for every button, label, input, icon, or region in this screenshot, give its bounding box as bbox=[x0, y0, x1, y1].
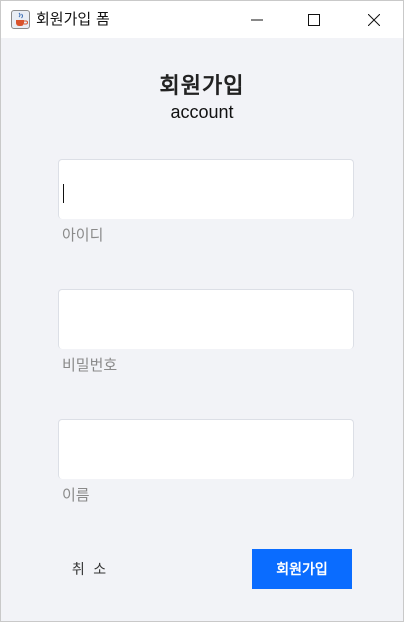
title-bar[interactable]: 회원가입 폼 bbox=[1, 1, 403, 38]
maximize-button[interactable] bbox=[291, 1, 337, 38]
form-title: 회원가입 bbox=[159, 73, 245, 99]
signup-form: 회원가입 account 아이디 비밀번호 이름 취 소 회원가입 bbox=[1, 38, 403, 622]
id-input[interactable] bbox=[58, 159, 354, 219]
name-label: 이름 bbox=[62, 486, 90, 504]
maximize-icon bbox=[308, 13, 320, 26]
minimize-button[interactable] bbox=[234, 1, 280, 38]
java-cup-icon bbox=[11, 10, 30, 29]
form-subtitle: account bbox=[170, 102, 234, 122]
app-window: 회원가입 폼 회원가입 account 아이디 비밀번호 이름 취 소 회원가입 bbox=[0, 0, 404, 622]
close-button[interactable] bbox=[351, 1, 397, 38]
window-title: 회원가입 폼 bbox=[36, 10, 110, 28]
text-caret bbox=[63, 184, 64, 203]
id-label: 아이디 bbox=[62, 226, 104, 244]
close-icon bbox=[368, 13, 380, 26]
cancel-button[interactable]: 취 소 bbox=[58, 549, 122, 589]
password-input[interactable] bbox=[58, 289, 354, 349]
name-input[interactable] bbox=[58, 419, 354, 479]
password-label: 비밀번호 bbox=[62, 356, 118, 374]
minimize-icon bbox=[251, 19, 263, 20]
signup-button[interactable]: 회원가입 bbox=[252, 549, 352, 589]
